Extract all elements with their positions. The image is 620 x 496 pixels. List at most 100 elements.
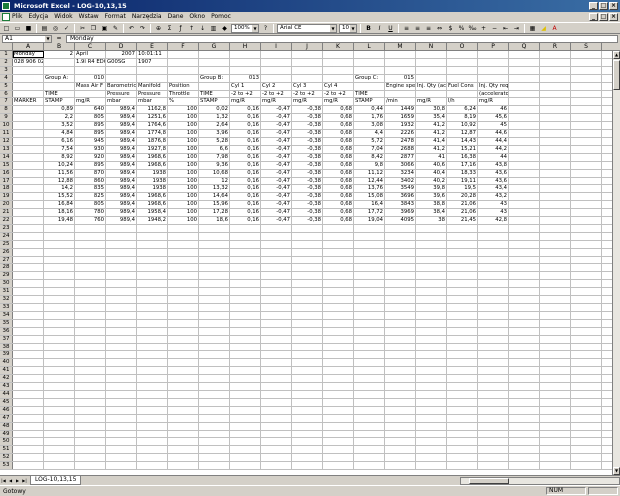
cell-K38[interactable] xyxy=(323,343,354,351)
cell-H51[interactable] xyxy=(230,446,261,454)
cell-F9[interactable]: 100 xyxy=(168,114,199,122)
cell-I37[interactable] xyxy=(261,335,292,343)
cell-C39[interactable] xyxy=(75,351,106,359)
cell-D47[interactable] xyxy=(106,414,137,422)
cell-I49[interactable] xyxy=(261,430,292,438)
cell-Q25[interactable] xyxy=(509,240,540,248)
row-header[interactable]: 4 xyxy=(0,74,13,82)
cell-N16[interactable]: 40,4 xyxy=(416,169,447,177)
cell-E28[interactable] xyxy=(137,264,168,272)
cell-R25[interactable] xyxy=(540,240,571,248)
cell-G46[interactable] xyxy=(199,406,230,414)
cell-O44[interactable] xyxy=(447,390,478,398)
cell-A48[interactable] xyxy=(13,422,44,430)
cell-Q47[interactable] xyxy=(509,414,540,422)
cell-H53[interactable] xyxy=(230,462,261,470)
cell-B8[interactable]: 0,89 xyxy=(44,106,75,114)
cell-A30[interactable] xyxy=(13,280,44,288)
cell-N41[interactable] xyxy=(416,367,447,375)
cell-E15[interactable]: 1968,6 xyxy=(137,161,168,169)
cell-A35[interactable] xyxy=(13,319,44,327)
row-header[interactable]: 16 xyxy=(0,169,13,177)
cell-B43[interactable] xyxy=(44,383,75,390)
cell-D25[interactable] xyxy=(106,240,137,248)
undo-icon[interactable]: ↶ xyxy=(127,24,136,33)
cell-K33[interactable] xyxy=(323,304,354,311)
row-header[interactable]: 27 xyxy=(0,256,13,264)
cell-J32[interactable] xyxy=(292,296,323,303)
cell-L42[interactable] xyxy=(354,375,385,383)
cell-A42[interactable] xyxy=(13,375,44,383)
cell-M39[interactable] xyxy=(385,351,416,359)
cell-M49[interactable] xyxy=(385,430,416,438)
cell-D4[interactable] xyxy=(106,74,137,82)
cell-C12[interactable]: 945 xyxy=(75,137,106,145)
cell-P50[interactable] xyxy=(478,438,509,446)
cell-S10[interactable] xyxy=(571,122,602,130)
cell-B25[interactable] xyxy=(44,240,75,248)
cell-O2[interactable] xyxy=(447,58,478,66)
cell-B29[interactable] xyxy=(44,272,75,280)
cell-E8[interactable]: 1162,8 xyxy=(137,106,168,114)
cell-F45[interactable] xyxy=(168,398,199,406)
cell-K18[interactable]: 0,68 xyxy=(323,185,354,193)
cell-L8[interactable]: 0,44 xyxy=(354,106,385,114)
cell-Q51[interactable] xyxy=(509,446,540,454)
cell-E53[interactable] xyxy=(137,462,168,470)
minimize-button[interactable]: _ xyxy=(589,2,598,10)
cell-R27[interactable] xyxy=(540,256,571,264)
drawing-icon[interactable]: ◆ xyxy=(220,24,229,33)
cell-D38[interactable] xyxy=(106,343,137,351)
cell-O27[interactable] xyxy=(447,256,478,264)
cell-E17[interactable]: 1938 xyxy=(137,177,168,185)
cell-J38[interactable] xyxy=(292,343,323,351)
cell-R2[interactable] xyxy=(540,58,571,66)
cell-E37[interactable] xyxy=(137,335,168,343)
cell-H24[interactable] xyxy=(230,232,261,240)
cell-F28[interactable] xyxy=(168,264,199,272)
cell-E45[interactable] xyxy=(137,398,168,406)
cell-P41[interactable] xyxy=(478,367,509,375)
cell-L40[interactable] xyxy=(354,359,385,367)
cell-C20[interactable]: 805 xyxy=(75,201,106,209)
row-header[interactable]: 34 xyxy=(0,311,13,319)
cell-L23[interactable] xyxy=(354,224,385,232)
cell-C48[interactable] xyxy=(75,422,106,430)
cell-L51[interactable] xyxy=(354,446,385,454)
cell-K13[interactable]: 0,68 xyxy=(323,145,354,153)
cell-B13[interactable]: 7,54 xyxy=(44,145,75,153)
cell-Q7[interactable] xyxy=(509,98,540,106)
menu-item-4[interactable]: Format xyxy=(105,12,126,22)
cell-E33[interactable] xyxy=(137,304,168,311)
cell-R11[interactable] xyxy=(540,130,571,137)
cell-A52[interactable] xyxy=(13,454,44,462)
cell-Q19[interactable] xyxy=(509,193,540,201)
cell-E7[interactable]: mbar xyxy=(137,98,168,106)
cell-J46[interactable] xyxy=(292,406,323,414)
cell-A26[interactable] xyxy=(13,248,44,256)
cell-I6[interactable]: -2 to +2 xyxy=(261,90,292,98)
cell-A41[interactable] xyxy=(13,367,44,375)
cell-G21[interactable]: 17,28 xyxy=(199,209,230,217)
cell-K45[interactable] xyxy=(323,398,354,406)
cell-P10[interactable]: 45 xyxy=(478,122,509,130)
cell-B47[interactable] xyxy=(44,414,75,422)
cell-L9[interactable]: 1,76 xyxy=(354,114,385,122)
cell-Q34[interactable] xyxy=(509,311,540,319)
cell-I35[interactable] xyxy=(261,319,292,327)
cell-O1[interactable] xyxy=(447,51,478,58)
cell-B16[interactable]: 11,56 xyxy=(44,169,75,177)
cell-N9[interactable]: 35,4 xyxy=(416,114,447,122)
cell-E46[interactable] xyxy=(137,406,168,414)
cell-J10[interactable]: -0,38 xyxy=(292,122,323,130)
cell-J47[interactable] xyxy=(292,414,323,422)
cell-H46[interactable] xyxy=(230,406,261,414)
cell-B46[interactable] xyxy=(44,406,75,414)
row-header[interactable]: 38 xyxy=(0,343,13,351)
cell-H41[interactable] xyxy=(230,367,261,375)
cell-Q16[interactable] xyxy=(509,169,540,177)
cell-B2[interactable] xyxy=(44,58,75,66)
cell-R38[interactable] xyxy=(540,343,571,351)
cell-D23[interactable] xyxy=(106,224,137,232)
cell-L28[interactable] xyxy=(354,264,385,272)
